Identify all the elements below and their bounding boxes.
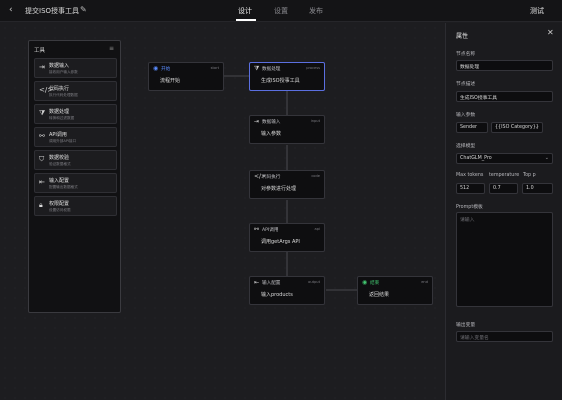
max-tokens-input[interactable]: 512 <box>456 183 485 194</box>
prompt-textarea[interactable]: 请输入 <box>456 212 553 307</box>
node-desc-label: 节点描述 <box>456 82 476 87</box>
filter-icon: ⧩ <box>39 109 46 117</box>
properties-title: 属性 <box>456 33 469 40</box>
node-type: 开始 <box>161 67 171 72</box>
node-id: output <box>308 280 320 284</box>
shield-icon: ⛉ <box>39 155 45 163</box>
node-output[interactable]: ⇤ 输入配置 output 输入products <box>249 276 325 305</box>
palette-item-output[interactable]: ⇤ 输入配置 配置输出数据格式 <box>34 173 117 193</box>
node-type: 数据输入 <box>262 120 281 125</box>
properties-panel: 属性 ✕ 节点名称 数据处理 节点描述 生成ISO授事工具 输入参数 Sende… <box>445 23 562 400</box>
palette-item-desc: 接收用户输入参数 <box>49 70 78 74</box>
grip-icon[interactable]: ≡ <box>109 45 114 52</box>
palette-item-name: 权限配置 <box>49 201 70 207</box>
palette-item-permission[interactable]: 🔒︎ 权限配置 设置访问权限 <box>34 196 117 216</box>
model-select-value: ChatGLM_Pro <box>460 156 492 161</box>
palette-item-desc: 验证数据格式 <box>49 162 71 166</box>
node-label: 对参数进行处理 <box>261 186 297 192</box>
palette-item-name: 数据处理 <box>49 109 70 115</box>
lock-icon: 🔒︎ <box>39 201 43 209</box>
input-param-value-text: {{ISO Category}} <box>495 125 539 130</box>
output-var-input[interactable]: 请输入变量名 <box>456 331 553 342</box>
palette-item-api[interactable]: ⚯ API调用 调用外部API接口 <box>34 127 117 147</box>
node-palette: 工具 ≡ ⇥ 数据输入 接收用户输入参数 </> 代码执行 执行代码处理数据 ⧩… <box>28 40 121 313</box>
node-start[interactable]: ◉ 开始 start 流程开始 <box>148 62 224 91</box>
node-type: 结束 <box>370 281 380 286</box>
node-id: code <box>311 174 320 178</box>
prompt-label: Prompt模板 <box>456 205 483 210</box>
model-label: 选择模型 <box>456 144 476 149</box>
palette-item-code[interactable]: </> 代码执行 执行代码处理数据 <box>34 81 117 101</box>
workflow-editor: ‹ 提交ISO授事工具 ✎ 设计 设置 发布 测试 工具 ≡ ⇥ 数据输入 接收… <box>0 0 562 400</box>
node-id: input <box>310 119 320 123</box>
check-circle-icon: ◉ <box>362 279 368 286</box>
max-tokens-label: Max tokens <box>456 173 484 178</box>
palette-item-desc: 调用外部API接口 <box>49 139 77 143</box>
palette-item-name: 数据校验 <box>49 155 70 161</box>
palette-item-name: 输入配置 <box>49 178 70 184</box>
palette-item-name: 数据输入 <box>49 63 70 69</box>
node-type: API调用 <box>262 228 279 233</box>
input-icon: ⇥ <box>39 63 45 71</box>
node-id: api <box>314 227 320 231</box>
chevron-down-icon: ⌄ <box>534 124 539 130</box>
node-name-input[interactable]: 数据处理 <box>456 60 553 71</box>
node-name-label: 节点名称 <box>456 52 476 57</box>
node-desc-input[interactable]: 生成ISO授事工具 <box>456 91 553 102</box>
temperature-input[interactable]: 0.7 <box>489 183 518 194</box>
palette-item-data-input[interactable]: ⇥ 数据输入 接收用户输入参数 <box>34 58 117 78</box>
api-icon: ⚯ <box>39 132 45 140</box>
test-button[interactable]: 测试 <box>530 6 544 16</box>
node-label: 输入参数 <box>261 131 282 137</box>
node-type: 代码执行 <box>262 175 281 180</box>
palette-item-desc: 转换和过滤数据 <box>49 116 75 120</box>
palette-title: 工具 <box>34 48 46 54</box>
palette-item-data-process[interactable]: ⧩ 数据处理 转换和过滤数据 <box>34 104 117 124</box>
node-label: 调用getArgs API <box>261 239 300 245</box>
node-id: start <box>210 66 219 70</box>
node-api[interactable]: ⚯ API调用 api 调用getArgs API <box>249 223 325 252</box>
chevron-down-icon: ⌄ <box>544 155 549 161</box>
input-param-value[interactable]: {{ISO Category}} ⌄ <box>491 122 543 133</box>
palette-item-name: API调用 <box>49 132 67 138</box>
top-p-label: Top p <box>523 173 536 178</box>
output-icon: ⇤ <box>254 279 260 286</box>
node-label: 流程开始 <box>160 78 181 84</box>
close-icon[interactable]: ✕ <box>547 28 554 37</box>
input-icon: ⇥ <box>254 118 260 125</box>
palette-item-desc: 执行代码处理数据 <box>49 93 78 97</box>
node-code[interactable]: </> 代码执行 code 对参数进行处理 <box>249 170 325 199</box>
node-id: end <box>421 280 428 284</box>
node-label: 输入products <box>261 292 293 298</box>
filter-icon: ⧩ <box>254 65 260 72</box>
input-param-key[interactable]: Sender <box>456 122 488 133</box>
output-icon: ⇤ <box>39 178 45 186</box>
node-end[interactable]: ◉ 结束 end 返回结果 <box>357 276 433 305</box>
play-icon: ◉ <box>153 65 159 72</box>
output-var-label: 输出变量 <box>456 323 476 328</box>
palette-item-desc: 设置访问权限 <box>49 208 71 212</box>
node-label: 返回结果 <box>369 292 390 298</box>
top-p-input[interactable]: 1.0 <box>522 183 553 194</box>
palette-item-desc: 配置输出数据格式 <box>49 185 78 189</box>
temperature-label: temperature <box>489 173 520 178</box>
palette-item-name: 代码执行 <box>49 86 70 92</box>
node-id: process <box>306 66 320 70</box>
api-icon: ⚯ <box>254 226 260 233</box>
model-select[interactable]: ChatGLM_Pro ⌄ <box>456 153 553 164</box>
input-params-label: 输入参数 <box>456 113 476 118</box>
palette-item-validate[interactable]: ⛉ 数据校验 验证数据格式 <box>34 150 117 170</box>
node-label: 生成ISO授事工具 <box>261 78 300 84</box>
node-data-input[interactable]: ⇥ 数据输入 input 输入参数 <box>249 115 325 144</box>
node-data-process[interactable]: ⧩ 数据处理 process 生成ISO授事工具 <box>249 62 325 91</box>
node-type: 输入配置 <box>262 281 281 286</box>
node-type: 数据处理 <box>262 67 281 72</box>
